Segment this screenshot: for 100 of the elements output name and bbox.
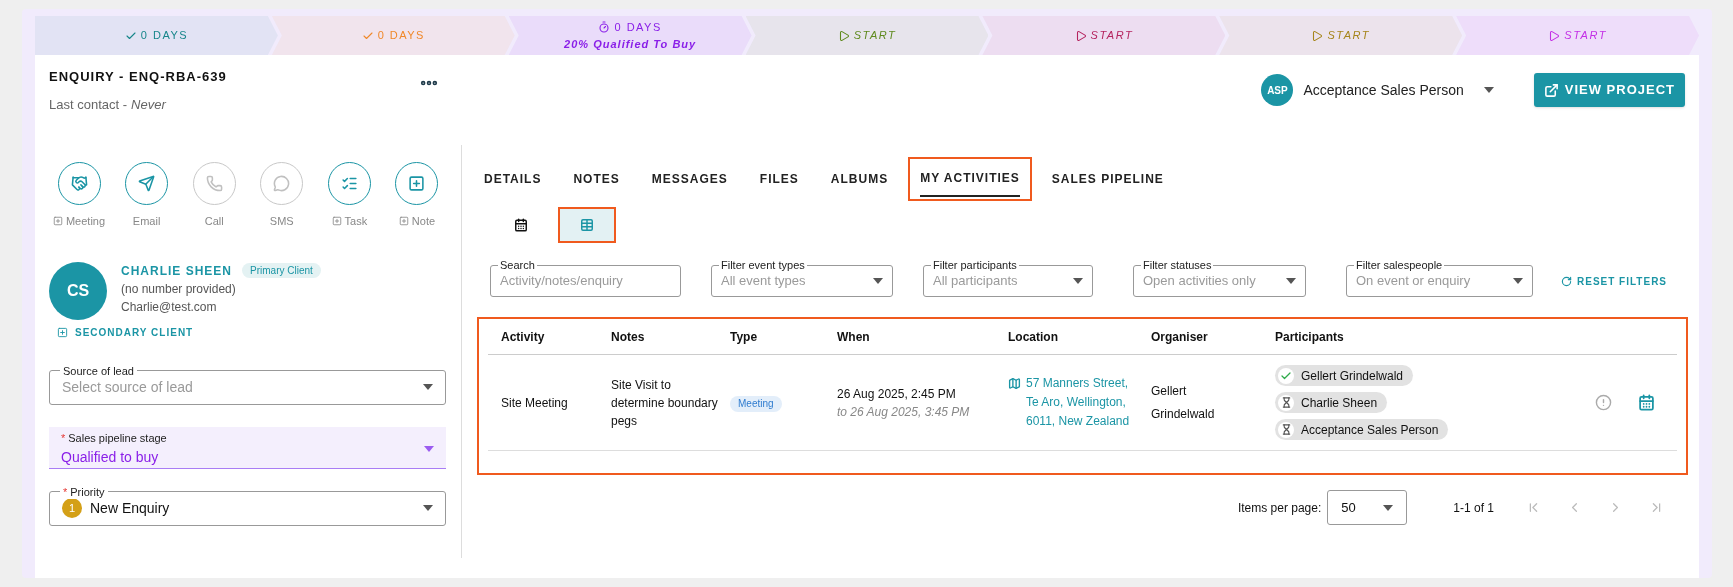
participant-name: Gellert Grindelwald — [1301, 367, 1404, 385]
pipeline-stage[interactable]: START — [982, 16, 1226, 55]
stage-label: START — [1327, 28, 1370, 44]
caret-icon — [423, 505, 433, 511]
timer-icon — [598, 21, 611, 34]
table-icon — [580, 218, 594, 232]
action-label: Email — [132, 214, 161, 229]
end-time: to 26 Aug 2025, 3:45 PM — [837, 403, 971, 421]
play-icon — [1311, 29, 1324, 42]
stage-sublabel: 20% Qualified To Buy — [564, 36, 697, 52]
action-label: Call — [204, 214, 224, 229]
field-placeholder: All event types — [721, 272, 807, 291]
caret-icon — [1513, 278, 1523, 284]
table-cell-text: Site Visit to determine boundary pegs — [611, 376, 719, 430]
note-plus-icon — [408, 175, 426, 192]
field-label: Filter participants — [931, 258, 1019, 272]
field-value: New Enquiry — [90, 498, 171, 518]
caret-icon — [424, 446, 434, 452]
column-header: Organiser — [1151, 328, 1209, 346]
caret-icon — [1483, 87, 1494, 93]
field-label: Filter event types — [719, 258, 807, 272]
tab[interactable]: MESSAGES — [639, 157, 740, 201]
chat-bubble-icon — [273, 175, 291, 192]
caret-icon — [873, 278, 883, 284]
tab[interactable]: NOTES — [561, 157, 632, 201]
contact-phone: (no number provided) — [121, 280, 237, 298]
field-placeholder: On event or enquiry — [1356, 272, 1472, 291]
field-label: * Priority — [63, 485, 105, 498]
stage-label: 0 DAYS — [140, 28, 189, 44]
caret-icon — [423, 384, 433, 390]
user-avatar: ASP — [1261, 74, 1294, 106]
play-icon — [837, 29, 850, 42]
list-view-button[interactable] — [558, 207, 616, 243]
tab[interactable]: ALBUMS — [818, 157, 901, 201]
field-placeholder: Activity/notes/enquiry — [500, 272, 624, 291]
caret-icon — [1286, 278, 1296, 284]
participant-name: Charlie Sheen — [1301, 394, 1378, 412]
client-badge: Primary Client — [242, 263, 321, 278]
view-project-button[interactable]: VIEW PROJECT — [1533, 73, 1685, 107]
play-icon — [1074, 29, 1087, 42]
column-header: Notes — [611, 328, 646, 346]
secondary-client-button[interactable]: SECONDARY CLIENT — [57, 324, 194, 340]
map-icon — [1008, 377, 1021, 390]
field-label: Source of lead — [63, 364, 134, 377]
action-label: Note — [411, 214, 436, 229]
column-header: Activity — [501, 328, 546, 346]
hourglass-icon — [1280, 424, 1292, 435]
field-label: * Sales pipeline stage — [61, 431, 168, 447]
field-label: Filter statuses — [1141, 258, 1214, 272]
pipeline-stage[interactable]: 0 DAYS 20% Qualified To Buy — [508, 16, 752, 55]
start-time: 26 Aug 2025, 2:45 PM — [837, 385, 957, 403]
page-range: 1-1 of 1 — [1453, 499, 1494, 517]
caret-icon — [1073, 278, 1083, 284]
stage-label: START — [1090, 28, 1134, 44]
paper-plane-icon — [138, 175, 156, 192]
enquiry-title: ENQUIRY - ENQ-RBA-639 — [49, 68, 227, 86]
reset-filters-button[interactable]: RESET FILTERS — [1561, 273, 1668, 289]
last-contact-label: Last contact - — [49, 96, 128, 114]
field-label: Search — [498, 258, 537, 272]
stage-label: START — [853, 28, 897, 44]
pipeline-stage[interactable]: 0 DAYS — [35, 16, 278, 55]
required-marker: * — [61, 432, 66, 445]
user-name[interactable]: Acceptance Sales Person — [1303, 79, 1464, 101]
address-link[interactable]: 57 Manners Street, Te Aro, Wellington, 6011, New Zealand — [1026, 374, 1141, 431]
items-per-page-label: Items per page: — [1237, 499, 1322, 517]
tab[interactable]: MY ACTIVITIES — [908, 157, 1032, 201]
contact-email: Charlie@test.com — [121, 298, 218, 316]
select-field[interactable]: * Sales pipeline stage Qualified to buy — [49, 426, 446, 469]
table-cell-text: Site Meeting — [501, 394, 569, 412]
column-header: Participants — [1275, 328, 1345, 346]
external-link-icon — [1543, 82, 1559, 98]
checklist-icon — [340, 175, 358, 192]
handshake-icon — [70, 175, 88, 192]
calendar-icon — [514, 218, 528, 232]
field-value: Qualified to buy — [61, 447, 160, 467]
field-placeholder: Open activities only — [1143, 272, 1257, 291]
column-header: Type — [730, 328, 759, 346]
play-icon — [1548, 29, 1561, 42]
field-label: Filter salespeople — [1354, 258, 1445, 272]
stage-label: START — [1564, 28, 1607, 44]
action-label: Meeting — [65, 214, 106, 229]
phone-icon — [205, 175, 223, 192]
caret-icon — [1383, 504, 1394, 511]
column-header: Location — [1008, 328, 1059, 346]
alert-icon[interactable] — [1595, 394, 1612, 411]
field-placeholder: All participants — [933, 272, 1019, 291]
priority-badge: 1 — [62, 498, 82, 518]
stage-label: 0 DAYS — [614, 20, 662, 35]
last-contact-value: Never — [131, 96, 166, 114]
plus-square-icon — [57, 326, 68, 338]
contact-name[interactable]: CHARLIE SHEEN — [121, 261, 232, 280]
contact-avatar: CS — [49, 261, 107, 320]
tab[interactable]: FILES — [747, 157, 811, 201]
calendar-icon[interactable] — [1638, 394, 1655, 411]
tab[interactable]: DETAILS — [472, 157, 554, 201]
column-header: When — [837, 328, 871, 346]
action-label: SMS — [269, 214, 294, 229]
type-tag: Meeting — [730, 395, 782, 412]
page-size-select[interactable]: 50 — [1327, 490, 1408, 525]
tab[interactable]: SALES PIPELINE — [1039, 157, 1176, 201]
